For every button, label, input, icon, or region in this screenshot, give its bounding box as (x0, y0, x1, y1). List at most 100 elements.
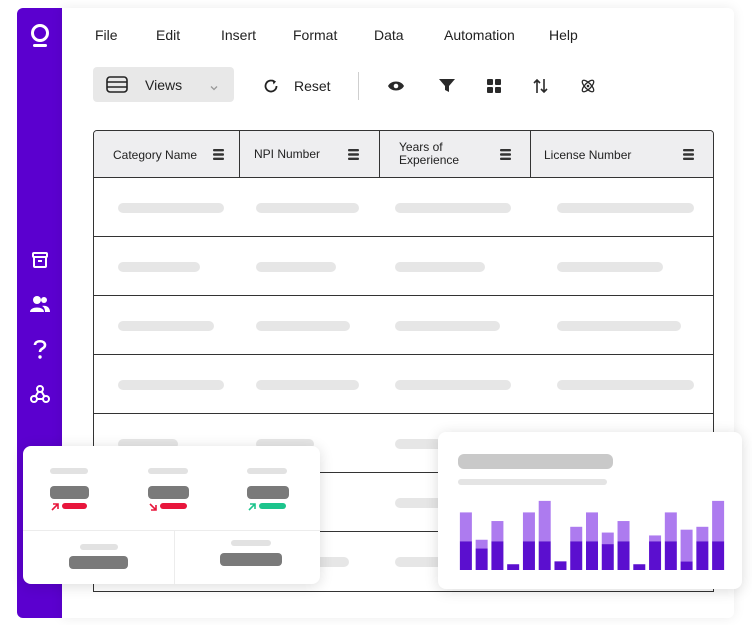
chart-bar-base (664, 541, 677, 570)
chart-bar-base (554, 561, 567, 570)
column-header-license-number[interactable]: License Number (531, 131, 713, 178)
column-header-npi-number[interactable]: NPI Number (240, 131, 380, 178)
chart-bar-base (507, 564, 520, 570)
chart-bar-base (522, 541, 535, 570)
menu-help[interactable]: Help (549, 27, 578, 43)
chart-bar-base (633, 564, 646, 570)
users-icon[interactable] (30, 294, 50, 314)
skeleton-cell (256, 321, 350, 331)
trend-up-icon (248, 503, 256, 511)
skeleton-cell (557, 321, 681, 331)
column-menu-icon[interactable] (213, 149, 224, 160)
skeleton-cell (118, 262, 200, 272)
reset-icon (262, 77, 280, 100)
table-icon (106, 76, 128, 98)
chart-card (438, 432, 742, 589)
skeleton-cell (256, 380, 359, 390)
skeleton-cell (256, 262, 336, 272)
column-header-category-name[interactable]: Category Name (94, 131, 240, 178)
stat-label-placeholder (80, 544, 118, 550)
app-root: File Edit Insert Format Data Automation … (0, 0, 752, 625)
stat-value-placeholder (69, 556, 128, 569)
trend-up-icon (51, 503, 59, 511)
stat-label-placeholder (148, 468, 188, 474)
menu-file[interactable]: File (95, 27, 118, 43)
card-divider (23, 530, 320, 531)
column-menu-icon[interactable] (348, 149, 359, 160)
help-icon[interactable] (30, 339, 50, 359)
skeleton-cell (118, 203, 224, 213)
skeleton-cell (557, 380, 694, 390)
skeleton-cell (395, 203, 511, 213)
skeleton-cell (395, 321, 500, 331)
filter-icon[interactable] (437, 76, 457, 96)
chart-bar-top (538, 500, 551, 542)
stacked-bar-chart (459, 500, 725, 570)
column-header-label: Category Name (113, 148, 198, 162)
archive-icon[interactable] (30, 250, 50, 270)
logo-icon[interactable] (30, 24, 50, 47)
chart-bar-top (664, 512, 677, 542)
chart-bar-top (601, 532, 614, 545)
card-divider (174, 531, 175, 584)
stat-value-placeholder (247, 486, 289, 499)
stat-label-placeholder (247, 468, 287, 474)
stat-value-placeholder (220, 553, 282, 566)
chart-bar-top (522, 512, 535, 542)
chart-bar-base (696, 541, 709, 570)
views-label: Views (145, 77, 183, 93)
reset-label: Reset (294, 78, 331, 94)
column-menu-icon[interactable] (500, 149, 511, 160)
chart-bar-base (649, 541, 662, 570)
chart-bar-top (680, 529, 693, 562)
atom-icon[interactable] (578, 76, 598, 96)
table-row[interactable] (94, 296, 713, 355)
skeleton-cell (256, 203, 359, 213)
chart-bar-base (570, 541, 583, 570)
chart-bar-top (491, 521, 504, 542)
sort-icon[interactable] (531, 76, 551, 96)
views-dropdown[interactable]: Views (93, 67, 234, 102)
menu-edit[interactable]: Edit (156, 27, 180, 43)
stats-card (23, 446, 320, 584)
column-header-years-of-experience[interactable]: Years of Experience (380, 131, 531, 178)
chart-bar-top (696, 526, 709, 542)
menu-insert[interactable]: Insert (221, 27, 256, 43)
stat-label-placeholder (231, 540, 271, 546)
skeleton-cell (395, 262, 485, 272)
chart-bar-base (617, 541, 630, 570)
stat-value-placeholder (148, 486, 189, 499)
chart-bar-top (649, 535, 662, 542)
column-header-label-line2: Experience (399, 153, 460, 167)
stat-value-placeholder (50, 486, 89, 499)
chart-bar-top (570, 526, 583, 542)
table-row[interactable] (94, 355, 713, 414)
column-header-label: NPI Number (254, 147, 321, 161)
column-menu-icon[interactable] (683, 149, 694, 160)
menu-format[interactable]: Format (293, 27, 337, 43)
table-row[interactable] (94, 178, 713, 237)
chart-bar-base (538, 541, 551, 570)
menu-automation[interactable]: Automation (444, 27, 515, 43)
chart-bar-base (712, 541, 725, 570)
chart-bar-top (475, 539, 488, 549)
table-row[interactable] (94, 237, 713, 296)
grid-icon[interactable] (484, 76, 504, 96)
menu-data[interactable]: Data (374, 27, 404, 43)
stat-label-placeholder (50, 468, 88, 474)
chart-bar-top (459, 512, 472, 542)
trend-badge-down (62, 503, 87, 509)
skeleton-cell (557, 203, 694, 213)
chart-bar-base (586, 541, 598, 570)
skeleton-cell (118, 321, 214, 331)
chart-subtitle-placeholder (458, 479, 607, 485)
column-header-label: License Number (544, 148, 632, 162)
trend-down-icon (149, 503, 157, 511)
chart-title-placeholder (458, 454, 613, 469)
chart-bar-base (459, 541, 472, 570)
chevron-down-icon (209, 80, 219, 98)
chart-bar-base (601, 544, 614, 570)
eye-icon[interactable] (386, 76, 406, 96)
table-header-row: Category Name NPI Number Years of Experi… (94, 131, 713, 178)
webhook-icon[interactable] (30, 384, 50, 404)
